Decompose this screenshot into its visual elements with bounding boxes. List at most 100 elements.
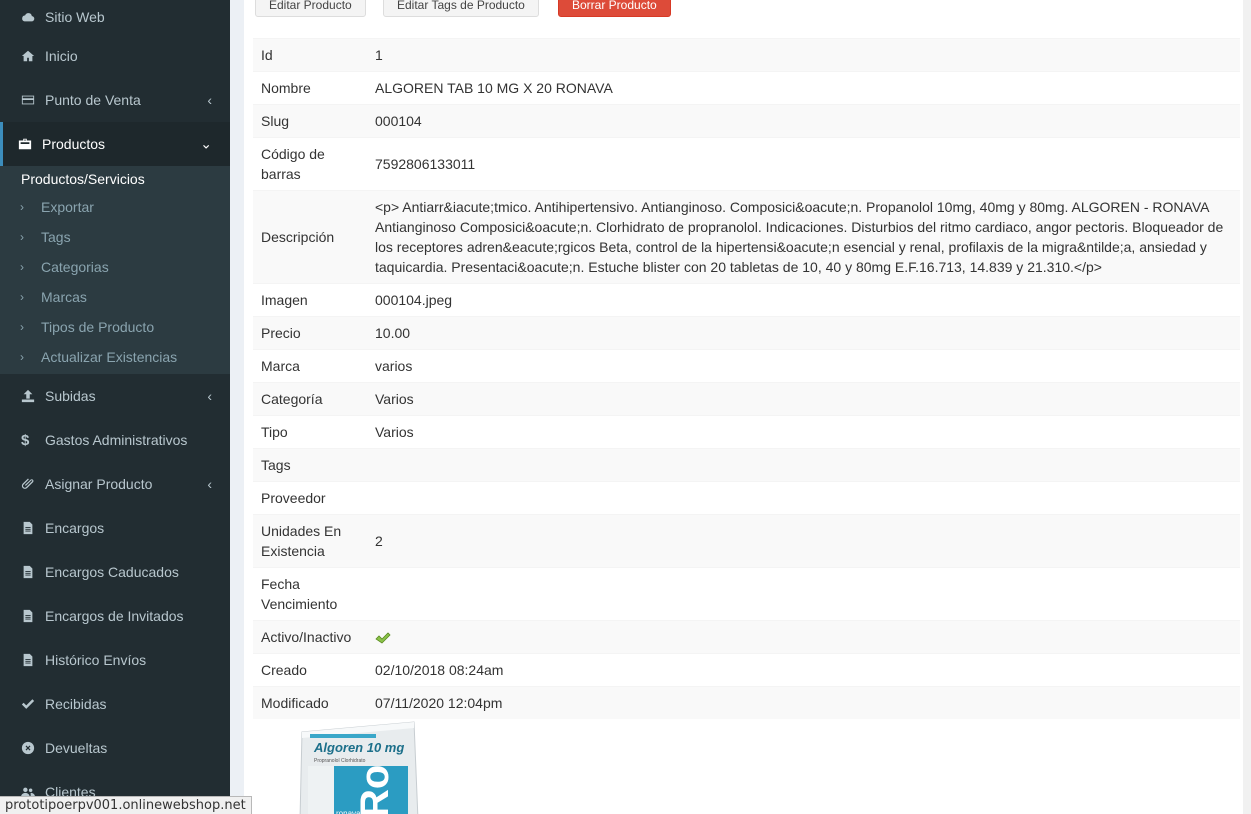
edit-product-button[interactable]: Editar Producto	[255, 0, 366, 17]
submenu-item-label: Tags	[41, 229, 71, 245]
field-value: 2	[367, 514, 1240, 568]
sidebar-item-label: Recibidas	[45, 696, 107, 712]
field-value: 000104.jpeg	[367, 283, 1240, 317]
field-value: <p> Antiarr&iacute;tmico. Antihipertensi…	[367, 190, 1240, 284]
field-label: Unidades En Existencia	[253, 514, 367, 568]
submenu-item-actualizar-existencias[interactable]: › Actualizar Existencias	[0, 342, 230, 372]
table-row: Categoría Varios	[253, 382, 1240, 416]
sidebar-item-label: Productos	[42, 136, 106, 152]
submenu-item-label: Exportar	[41, 199, 94, 215]
field-label: Modificado	[253, 686, 367, 719]
sidebar: Sitio Web Inicio Punto de Venta ‹ Produc…	[0, 0, 230, 814]
check-icon	[21, 697, 41, 711]
table-row: Creado 02/10/2018 08:24am	[253, 653, 1240, 687]
field-value	[367, 448, 1240, 482]
table-row: Modificado 07/11/2020 12:04pm	[253, 686, 1240, 719]
submenu-item-label: Tipos de Producto	[41, 319, 155, 335]
field-label: Creado	[253, 653, 367, 687]
sidebar-item-label: Sitio Web	[45, 9, 105, 25]
field-label: Tags	[253, 448, 367, 482]
briefcase-icon	[18, 137, 38, 151]
product-image-stripe	[310, 734, 376, 738]
table-row: Proveedor	[253, 481, 1240, 515]
field-label: Imagen	[253, 283, 367, 317]
chevron-left-icon: ‹	[207, 92, 212, 108]
submenu-item-exportar[interactable]: › Exportar	[0, 192, 230, 222]
main-content: Editar Producto Editar Tags de Producto …	[230, 0, 1251, 814]
delete-product-button[interactable]: Borrar Producto	[558, 0, 671, 17]
table-row: Activo/Inactivo	[253, 620, 1240, 654]
chevron-right-icon: ›	[20, 350, 24, 364]
sidebar-item-encargos[interactable]: Encargos	[0, 506, 230, 550]
file-icon	[21, 609, 41, 623]
field-value: varios	[367, 349, 1240, 383]
sidebar-item-label: Encargos de Invitados	[45, 608, 184, 624]
field-value: ALGOREN TAB 10 MG X 20 RONAVA	[367, 71, 1240, 105]
products-submenu: Productos/Servicios › Exportar › Tags › Cat…	[0, 166, 230, 374]
sidebar-item-devueltas[interactable]: Devueltas	[0, 726, 230, 770]
file-icon	[21, 521, 41, 535]
field-label: Proveedor	[253, 481, 367, 515]
credit-card-icon	[21, 93, 41, 107]
field-label: Descripción	[253, 190, 367, 284]
field-value: 02/10/2018 08:24am	[367, 653, 1240, 687]
sidebar-item-inicio[interactable]: Inicio	[0, 34, 230, 78]
cloud-icon	[21, 10, 41, 24]
submenu-item-label: Marcas	[41, 289, 87, 305]
sidebar-item-productos[interactable]: Productos ⌄	[0, 122, 230, 166]
sidebar-item-recibidas[interactable]: Recibidas	[0, 682, 230, 726]
field-label: Precio	[253, 316, 367, 350]
sidebar-item-asignar-producto[interactable]: Asignar Producto ‹	[0, 462, 230, 506]
chevron-left-icon: ‹	[207, 476, 212, 492]
field-label: Activo/Inactivo	[253, 620, 367, 654]
submenu-item-marcas[interactable]: › Marcas	[0, 282, 230, 312]
table-row: Tags	[253, 448, 1240, 482]
product-image-brand: Algoren 10 mg	[313, 740, 404, 755]
table-row: Nombre ALGOREN TAB 10 MG X 20 RONAVA	[253, 71, 1240, 105]
product-detail-table: Id 1 Nombre ALGOREN TAB 10 MG X 20 RONAVA …	[253, 38, 1240, 719]
dollar-icon: $	[21, 431, 30, 449]
status-bar-url: prototipoerpv001.onlinewebshop.net	[0, 796, 252, 814]
sidebar-item-label: Punto de Venta	[45, 92, 141, 108]
chevron-right-icon: ›	[20, 290, 24, 304]
upload-icon	[21, 389, 41, 403]
sidebar-item-historico-envios[interactable]: Histórico Envíos	[0, 638, 230, 682]
submenu-item-productos-servicios[interactable]: Productos/Servicios	[0, 166, 230, 192]
submenu-item-label: Actualizar Existencias	[41, 349, 178, 365]
sidebar-item-label: Encargos Caducados	[45, 564, 179, 580]
submenu-item-tags[interactable]: › Tags	[0, 222, 230, 252]
sidebar-item-label: Subidas	[45, 388, 96, 404]
chevron-right-icon: ›	[20, 320, 24, 334]
sidebar-item-gastos-administrativos[interactable]: $ Gastos Administrativos	[0, 418, 230, 462]
vertical-scrollbar[interactable]	[1243, 0, 1251, 814]
sidebar-item-encargos-caducados[interactable]: Encargos Caducados	[0, 550, 230, 594]
sidebar-item-sitio-web[interactable]: Sitio Web	[0, 0, 230, 34]
product-image-maker: ronava	[336, 809, 361, 814]
paperclip-icon	[21, 477, 41, 491]
submenu-item-categorias[interactable]: › Categorias	[0, 252, 230, 282]
chevron-right-icon: ›	[20, 200, 24, 214]
submenu-item-tipos-de-producto[interactable]: › Tipos de Producto	[0, 312, 230, 342]
table-row: Marca varios	[253, 349, 1240, 383]
sidebar-item-subidas[interactable]: Subidas ‹	[0, 374, 230, 418]
table-row: Tipo Varios	[253, 415, 1240, 449]
field-value: 000104	[367, 104, 1240, 138]
product-image-subtitle: Propranolol Clorhidrato	[314, 758, 366, 764]
sidebar-item-punto-de-venta[interactable]: Punto de Venta ‹	[0, 78, 230, 122]
field-value: 1	[367, 38, 1240, 72]
table-row: Descripción <p> Antiarr&iacute;tmico. Ant…	[253, 190, 1240, 284]
chevron-down-icon: ⌄	[200, 135, 212, 152]
table-row: Unidades En Existencia 2	[253, 514, 1240, 568]
sidebar-item-label: Asignar Producto	[45, 476, 153, 492]
edit-product-tags-button[interactable]: Editar Tags de Producto	[383, 0, 539, 17]
product-image-logo-letters: Ro	[353, 765, 397, 814]
field-label: Nombre	[253, 71, 367, 105]
sidebar-item-encargos-de-invitados[interactable]: Encargos de Invitados	[0, 594, 230, 638]
field-label: Marca	[253, 349, 367, 383]
table-row: Imagen 000104.jpeg	[253, 283, 1240, 317]
field-label: Código de barras	[253, 137, 367, 191]
sidebar-item-label: Inicio	[45, 48, 78, 64]
table-row: Slug 000104	[253, 104, 1240, 138]
table-row: Precio 10.00	[253, 316, 1240, 350]
table-row: Id 1	[253, 38, 1240, 72]
